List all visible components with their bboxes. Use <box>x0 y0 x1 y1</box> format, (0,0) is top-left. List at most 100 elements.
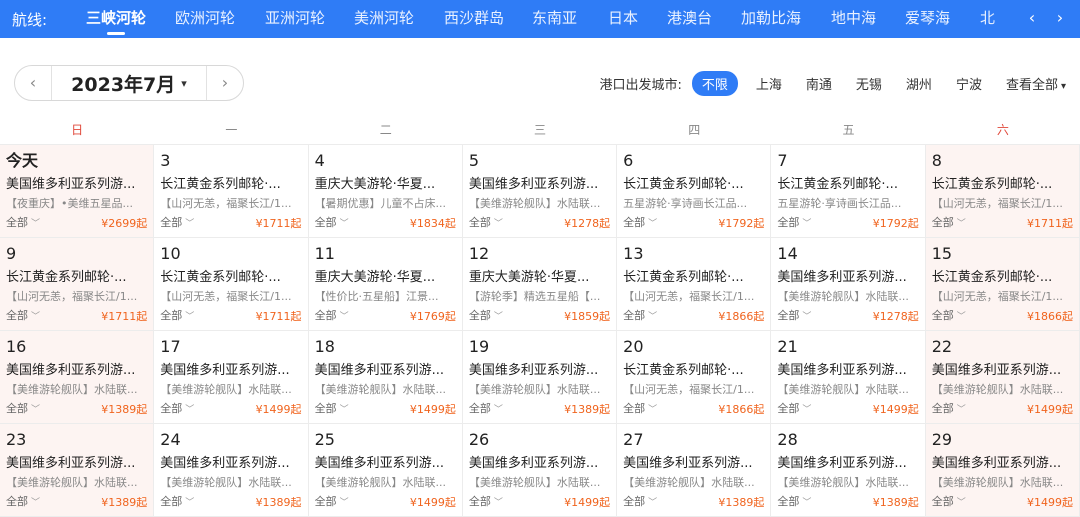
cruise-title[interactable]: 长江黄金系列邮轮·... <box>777 176 918 193</box>
calendar-day-cell[interactable]: 27 美国维多利亚系列游... 【美维游轮舰队】水陆联... 全部 ﹀ ¥1389起 <box>617 424 772 517</box>
calendar-day-cell[interactable]: 25 美国维多利亚系列游... 【美维游轮舰队】水陆联... 全部 ﹀ ¥1499起 <box>308 424 463 517</box>
show-all-button[interactable]: 全部 ﹀ <box>777 402 811 417</box>
city-option[interactable]: 不限 <box>691 70 738 96</box>
city-option[interactable]: 宁波 <box>956 74 982 93</box>
show-all-button[interactable]: 全部 ﹀ <box>932 309 966 324</box>
calendar-day-cell[interactable]: 23 美国维多利亚系列游... 【美维游轮舰队】水陆联... 全部 ﹀ ¥1389起 <box>0 424 155 517</box>
cruise-title[interactable]: 美国维多利亚系列游... <box>6 176 147 193</box>
cruise-title[interactable]: 美国维多利亚系列游... <box>932 455 1073 472</box>
show-all-button[interactable]: 全部 ﹀ <box>932 495 966 510</box>
view-all-cities-button[interactable]: 查看全部 ▾ <box>1006 74 1066 93</box>
city-option[interactable]: 南通 <box>806 74 832 93</box>
cruise-title[interactable]: 重庆大美游轮·华夏... <box>469 269 610 286</box>
route-tab[interactable]: 加勒比海 <box>741 0 801 38</box>
calendar-day-cell[interactable]: 10 长江黄金系列邮轮·... 【山河无恙，福聚长江/1... 全部 ﹀ ¥1711起 <box>154 238 309 331</box>
show-all-button[interactable]: 全部 ﹀ <box>623 402 657 417</box>
city-option[interactable]: 上海 <box>756 74 782 93</box>
route-tab[interactable]: 东南亚 <box>532 0 577 38</box>
show-all-button[interactable]: 全部 ﹀ <box>469 309 503 324</box>
calendar-day-cell[interactable]: 今天 美国维多利亚系列游... 【夜重庆】•美维五星品... 全部 ﹀ ¥2699起 <box>0 145 155 238</box>
show-all-button[interactable]: 全部 ﹀ <box>315 309 349 324</box>
show-all-button[interactable]: 全部 ﹀ <box>160 309 194 324</box>
route-tab[interactable]: 地中海 <box>831 0 876 38</box>
cruise-title[interactable]: 长江黄金系列邮轮·... <box>160 269 301 286</box>
show-all-button[interactable]: 全部 ﹀ <box>777 216 811 231</box>
cruise-title[interactable]: 美国维多利亚系列游... <box>777 362 918 379</box>
show-all-button[interactable]: 全部 ﹀ <box>777 309 811 324</box>
route-tab[interactable]: 爱琴海 <box>905 0 950 38</box>
cruise-title[interactable]: 长江黄金系列邮轮·... <box>6 269 147 286</box>
calendar-day-cell[interactable]: 12 重庆大美游轮·华夏... 【游轮季】精选五星船【... 全部 ﹀ ¥1859起 <box>462 238 618 331</box>
cruise-title[interactable]: 长江黄金系列邮轮·... <box>623 176 764 193</box>
calendar-day-cell[interactable]: 14 美国维多利亚系列游... 【美维游轮舰队】水陆联... 全部 ﹀ ¥1278起 <box>771 238 926 331</box>
show-all-button[interactable]: 全部 ﹀ <box>160 495 194 510</box>
calendar-day-cell[interactable]: 6 长江黄金系列邮轮·... 五星游轮·享诗画长江品... 全部 ﹀ ¥1792起 <box>617 145 772 238</box>
cruise-title[interactable]: 美国维多利亚系列游... <box>469 455 610 472</box>
calendar-day-cell[interactable]: 11 重庆大美游轮·华夏... 【性价比·五星船】江景... 全部 ﹀ ¥1769起 <box>308 238 463 331</box>
cruise-title[interactable]: 长江黄金系列邮轮·... <box>623 362 764 379</box>
calendar-day-cell[interactable]: 29 美国维多利亚系列游... 【美维游轮舰队】水陆联... 全部 ﹀ ¥1499起 <box>925 424 1080 517</box>
calendar-day-cell[interactable]: 15 长江黄金系列邮轮·... 【山河无恙，福聚长江/1... 全部 ﹀ ¥1866起 <box>925 238 1080 331</box>
cruise-title[interactable]: 美国维多利亚系列游... <box>469 362 610 379</box>
cruise-title[interactable]: 重庆大美游轮·华夏... <box>315 176 456 193</box>
calendar-day-cell[interactable]: 9 长江黄金系列邮轮·... 【山河无恙，福聚长江/1... 全部 ﹀ ¥1711起 <box>0 238 155 331</box>
show-all-button[interactable]: 全部 ﹀ <box>160 216 194 231</box>
show-all-button[interactable]: 全部 ﹀ <box>160 402 194 417</box>
cruise-title[interactable]: 长江黄金系列邮轮·... <box>932 269 1073 286</box>
route-next-icon[interactable]: › <box>1048 0 1072 38</box>
show-all-button[interactable]: 全部 ﹀ <box>469 402 503 417</box>
calendar-day-cell[interactable]: 24 美国维多利亚系列游... 【美维游轮舰队】水陆联... 全部 ﹀ ¥1389起 <box>154 424 309 517</box>
route-tab[interactable]: 三峡河轮 <box>86 0 146 38</box>
route-tab[interactable]: 美洲河轮 <box>354 0 414 38</box>
route-tab[interactable]: 港澳台 <box>667 0 712 38</box>
show-all-button[interactable]: 全部 ﹀ <box>469 495 503 510</box>
show-all-button[interactable]: 全部 ﹀ <box>623 495 657 510</box>
calendar-day-cell[interactable]: 17 美国维多利亚系列游... 【美维游轮舰队】水陆联... 全部 ﹀ ¥1499起 <box>154 331 309 424</box>
show-all-button[interactable]: 全部 ﹀ <box>315 495 349 510</box>
city-option[interactable]: 无锡 <box>856 74 882 93</box>
calendar-day-cell[interactable]: 22 美国维多利亚系列游... 【美维游轮舰队】水陆联... 全部 ﹀ ¥1499起 <box>925 331 1080 424</box>
route-tab[interactable]: 西沙群岛 <box>444 0 504 38</box>
calendar-day-cell[interactable]: 4 重庆大美游轮·华夏... 【暑期优惠】儿童不占床... 全部 ﹀ ¥1834起 <box>308 145 463 238</box>
calendar-day-cell[interactable]: 5 美国维多利亚系列游... 【美维游轮舰队】水陆联... 全部 ﹀ ¥1278起 <box>462 145 618 238</box>
month-dropdown[interactable]: 2023年7月 ▾ <box>51 66 207 100</box>
calendar-day-cell[interactable]: 18 美国维多利亚系列游... 【美维游轮舰队】水陆联... 全部 ﹀ ¥1499起 <box>308 331 463 424</box>
cruise-title[interactable]: 美国维多利亚系列游... <box>315 455 456 472</box>
show-all-button[interactable]: 全部 ﹀ <box>623 309 657 324</box>
cruise-title[interactable]: 美国维多利亚系列游... <box>623 455 764 472</box>
prev-month-button[interactable]: ‹ <box>15 66 51 100</box>
cruise-title[interactable]: 长江黄金系列邮轮·... <box>623 269 764 286</box>
city-option[interactable]: 湖州 <box>906 74 932 93</box>
calendar-day-cell[interactable]: 20 长江黄金系列邮轮·... 【山河无恙，福聚长江/1... 全部 ﹀ ¥1866起 <box>617 331 772 424</box>
cruise-title[interactable]: 美国维多利亚系列游... <box>315 362 456 379</box>
cruise-title[interactable]: 美国维多利亚系列游... <box>160 455 301 472</box>
show-all-button[interactable]: 全部 ﹀ <box>932 216 966 231</box>
route-tab[interactable]: 亚洲河轮 <box>265 0 325 38</box>
show-all-button[interactable]: 全部 ﹀ <box>6 309 40 324</box>
show-all-button[interactable]: 全部 ﹀ <box>932 402 966 417</box>
calendar-day-cell[interactable]: 7 长江黄金系列邮轮·... 五星游轮·享诗画长江品... 全部 ﹀ ¥1792起 <box>771 145 926 238</box>
show-all-button[interactable]: 全部 ﹀ <box>6 495 40 510</box>
calendar-day-cell[interactable]: 28 美国维多利亚系列游... 【美维游轮舰队】水陆联... 全部 ﹀ ¥1389起 <box>771 424 926 517</box>
calendar-day-cell[interactable]: 8 长江黄金系列邮轮·... 【山河无恙，福聚长江/1... 全部 ﹀ ¥1711起 <box>925 145 1080 238</box>
cruise-title[interactable]: 美国维多利亚系列游... <box>6 362 147 379</box>
show-all-button[interactable]: 全部 ﹀ <box>777 495 811 510</box>
cruise-title[interactable]: 美国维多利亚系列游... <box>469 176 610 193</box>
calendar-day-cell[interactable]: 19 美国维多利亚系列游... 【美维游轮舰队】水陆联... 全部 ﹀ ¥1389起 <box>462 331 618 424</box>
show-all-button[interactable]: 全部 ﹀ <box>315 216 349 231</box>
cruise-title[interactable]: 美国维多利亚系列游... <box>6 455 147 472</box>
show-all-button[interactable]: 全部 ﹀ <box>315 402 349 417</box>
route-tab[interactable]: 欧洲河轮 <box>175 0 235 38</box>
show-all-button[interactable]: 全部 ﹀ <box>6 216 40 231</box>
show-all-button[interactable]: 全部 ﹀ <box>623 216 657 231</box>
show-all-button[interactable]: 全部 ﹀ <box>6 402 40 417</box>
calendar-day-cell[interactable]: 3 长江黄金系列邮轮·... 【山河无恙，福聚长江/1... 全部 ﹀ ¥1711起 <box>154 145 309 238</box>
calendar-day-cell[interactable]: 16 美国维多利亚系列游... 【美维游轮舰队】水陆联... 全部 ﹀ ¥1389起 <box>0 331 155 424</box>
calendar-day-cell[interactable]: 26 美国维多利亚系列游... 【美维游轮舰队】水陆联... 全部 ﹀ ¥1499起 <box>462 424 618 517</box>
calendar-day-cell[interactable]: 13 长江黄金系列邮轮·... 【山河无恙，福聚长江/1... 全部 ﹀ ¥1866起 <box>617 238 772 331</box>
cruise-title[interactable]: 美国维多利亚系列游... <box>932 362 1073 379</box>
cruise-title[interactable]: 美国维多利亚系列游... <box>777 269 918 286</box>
cruise-title[interactable]: 长江黄金系列邮轮·... <box>932 176 1073 193</box>
route-tab[interactable]: 日本 <box>608 0 638 38</box>
calendar-day-cell[interactable]: 21 美国维多利亚系列游... 【美维游轮舰队】水陆联... 全部 ﹀ ¥1499起 <box>771 331 926 424</box>
